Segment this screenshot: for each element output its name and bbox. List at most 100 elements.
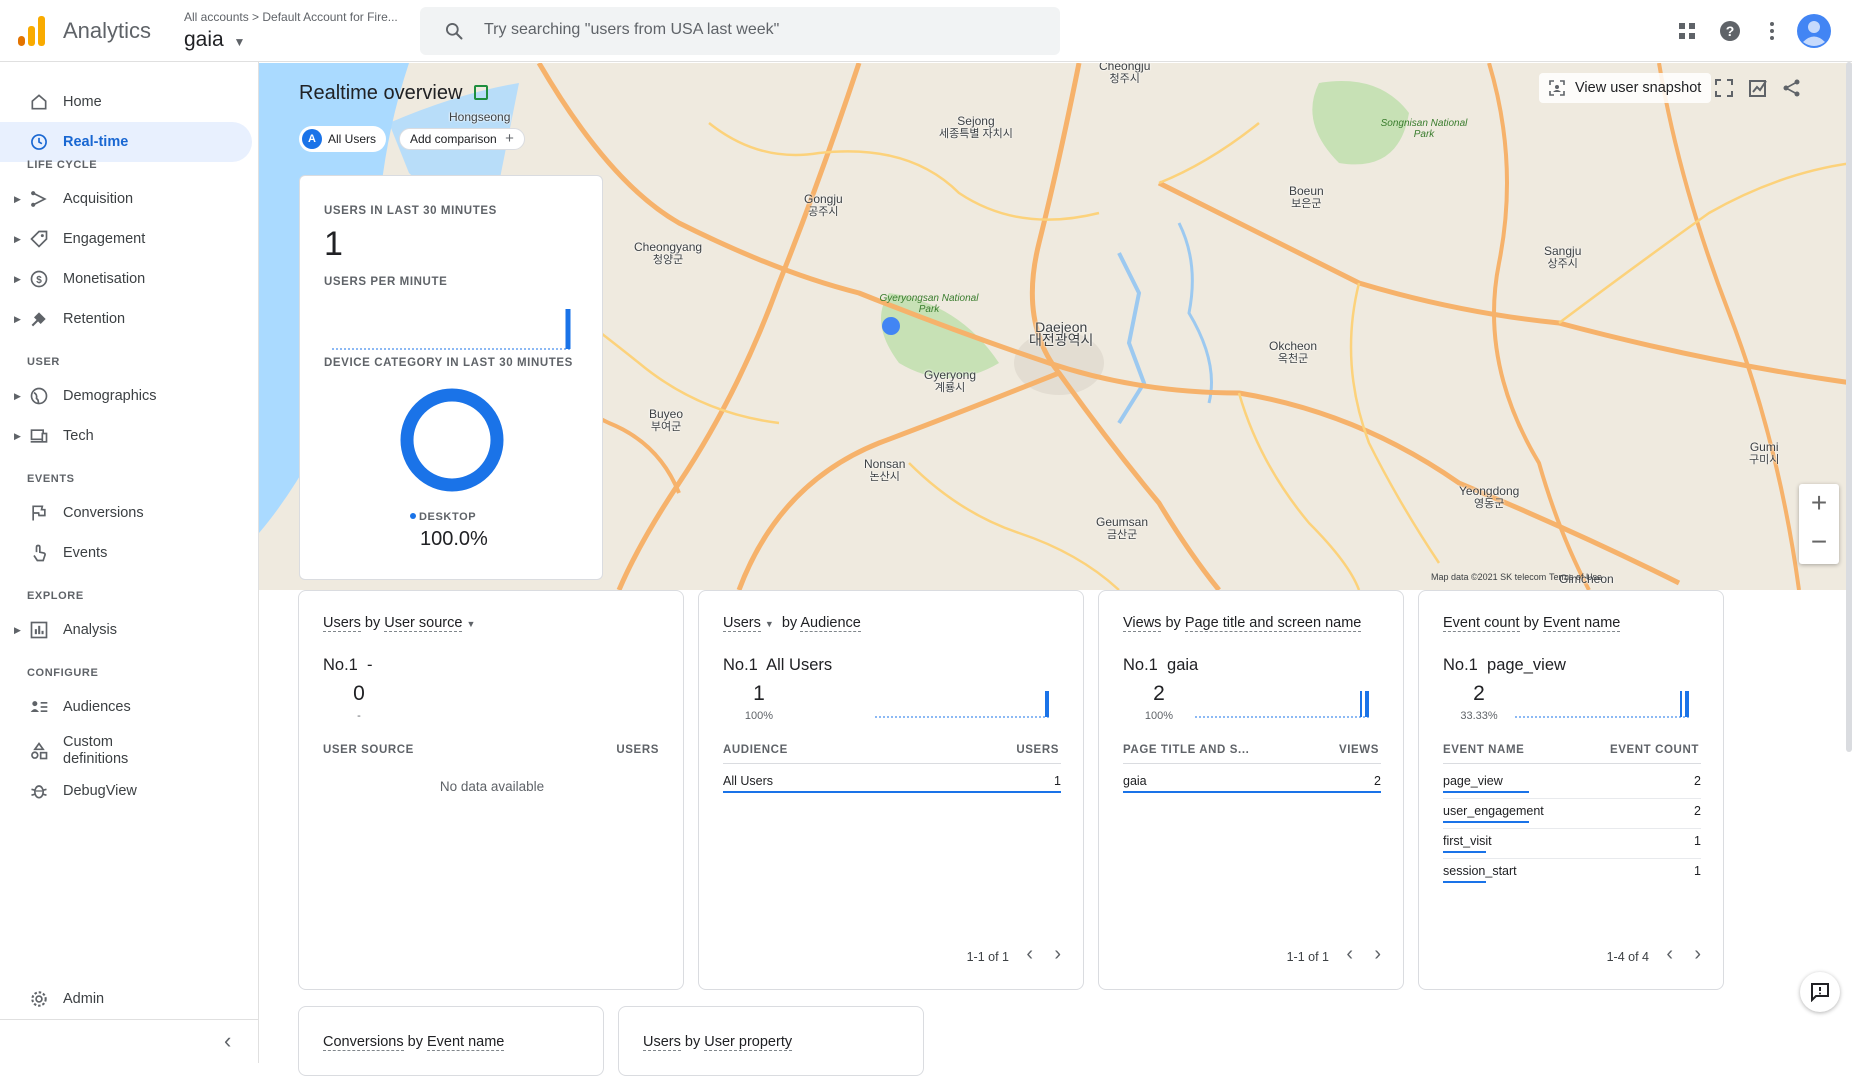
- users-per-minute-chart[interactable]: [332, 302, 572, 350]
- sidebar-item-custom-definitions[interactable]: Custom definitions: [0, 729, 252, 773]
- retention-icon: [31, 312, 46, 327]
- scrollbar[interactable]: [1846, 62, 1852, 752]
- card-title[interactable]: Users ▼ by Audience: [723, 615, 861, 632]
- trend-sparkline[interactable]: [875, 687, 1055, 719]
- expand-arrow-icon: ▶: [14, 193, 21, 204]
- card-title[interactable]: Event count by Event name: [1443, 615, 1621, 632]
- table-row[interactable]: gaia 2: [1123, 774, 1381, 804]
- trend-sparkline[interactable]: [1195, 687, 1375, 719]
- zoom-out-button[interactable]: −: [1799, 524, 1839, 564]
- card-title[interactable]: Users by User property: [643, 1034, 793, 1051]
- collapse-sidebar-icon[interactable]: ‹: [224, 1028, 231, 1054]
- sidebar-item-demographics[interactable]: ▶ Demographics: [0, 376, 252, 416]
- avatar[interactable]: [1797, 14, 1831, 48]
- sidebar-item-analysis[interactable]: ▶ Analysis: [0, 610, 252, 650]
- conversions-by-event-name-card: Conversions by Event name: [298, 1006, 604, 1076]
- sidebar-item-label: Tech: [63, 428, 94, 444]
- fullscreen-icon[interactable]: [1715, 79, 1733, 97]
- insights-edit-icon[interactable]: [1748, 78, 1768, 98]
- comparison-chip-all-users[interactable]: A All Users: [299, 126, 387, 152]
- sidebar-item-events[interactable]: Events: [0, 533, 252, 573]
- device-category-donut-chart[interactable]: [400, 388, 504, 492]
- sidebar-item-label: Events: [63, 545, 108, 561]
- map-place-label: Gyeryong 계룡시: [924, 368, 977, 395]
- plus-icon: +: [505, 130, 514, 147]
- sidebar-item-conversions[interactable]: Conversions: [0, 493, 252, 533]
- help-icon[interactable]: ?: [1718, 19, 1742, 43]
- property-name: gaia: [184, 28, 224, 51]
- realtime-summary-card: USERS IN LAST 30 MINUTES 1 USERS PER MIN…: [299, 175, 603, 580]
- column-header-metric[interactable]: VIEWS: [1339, 744, 1379, 756]
- sidebar-item-admin[interactable]: Admin: [0, 979, 252, 1019]
- sidebar-item-retention[interactable]: ▶ Retention: [0, 299, 252, 339]
- column-header-dimension[interactable]: PAGE TITLE AND S...: [1123, 744, 1249, 756]
- feedback-button[interactable]: [1800, 972, 1840, 1012]
- sidebar-item-monetisation[interactable]: ▶ $ Monetisation: [0, 259, 252, 299]
- share-icon[interactable]: [1782, 78, 1802, 98]
- table-row[interactable]: user_engagement 2: [1443, 804, 1701, 834]
- sidebar-item-realtime[interactable]: Real-time: [0, 122, 252, 162]
- column-header-dimension[interactable]: EVENT NAME: [1443, 744, 1524, 756]
- top-item-percentage: 33.33%: [1460, 710, 1498, 722]
- sparkline-bar: [1045, 691, 1049, 717]
- expand-arrow-icon: ▶: [14, 233, 21, 244]
- breadcrumb[interactable]: All accounts > Default Account for Fire.…: [184, 10, 398, 24]
- sidebar-item-label: Engagement: [63, 231, 146, 247]
- analytics-logo-icon[interactable]: [18, 16, 46, 46]
- sidebar-item-engagement[interactable]: ▶ Engagement: [0, 219, 252, 259]
- next-page-button[interactable]: ›: [1374, 943, 1381, 966]
- property-selector[interactable]: gaia ▼: [184, 28, 245, 52]
- report-card: Users by User source ▼ No.1 - 0 - USER SOURCE…: [298, 590, 684, 990]
- pagination-label: 1-1 of 1: [1286, 950, 1329, 964]
- realtime-map[interactable]: Cheongju 청주시 Sejong 세종특별 자치시 Hongseong Gongju…: [259, 63, 1852, 590]
- table-row[interactable]: session_start 1: [1443, 864, 1701, 894]
- top-item: No.1 -: [323, 656, 373, 674]
- sidebar-item-acquisition[interactable]: ▶ Acquisition: [0, 179, 252, 219]
- engagement-icon: [30, 230, 48, 248]
- search-bar[interactable]: Try searching "users from USA last week": [420, 7, 1060, 55]
- column-header-dimension[interactable]: USER SOURCE: [323, 744, 414, 756]
- table-row[interactable]: page_view 2: [1443, 774, 1701, 804]
- top-item-value: 1: [753, 682, 765, 705]
- map-place-label: Nonsan 논산시: [864, 457, 906, 484]
- report-card: Users ▼ by Audience No.1 All Users 1 100% AUD…: [698, 590, 1084, 990]
- card-title[interactable]: Users by User source ▼: [323, 615, 475, 632]
- column-header-metric[interactable]: EVENT COUNT: [1610, 744, 1699, 756]
- prev-page-button[interactable]: ‹: [1026, 943, 1033, 966]
- sidebar-item-debugview[interactable]: DebugView: [0, 771, 252, 811]
- table-row[interactable]: first_visit 1: [1443, 834, 1701, 864]
- trend-sparkline[interactable]: [1515, 687, 1695, 719]
- svg-text:$: $: [36, 275, 42, 286]
- sidebar-item-home[interactable]: Home: [0, 82, 252, 122]
- add-comparison-button[interactable]: Add comparison +: [399, 128, 525, 150]
- table-row[interactable]: All Users 1: [723, 774, 1061, 804]
- customize-report-icon[interactable]: [473, 85, 488, 100]
- map-park-label: Songnisan National Park: [1380, 118, 1468, 140]
- column-header-dimension[interactable]: AUDIENCE: [723, 744, 788, 756]
- view-user-snapshot-button[interactable]: View user snapshot: [1539, 73, 1712, 103]
- column-header-metric[interactable]: USERS: [1016, 744, 1059, 756]
- next-page-button[interactable]: ›: [1054, 943, 1061, 966]
- card-title[interactable]: Conversions by Event name: [323, 1034, 505, 1051]
- card-title[interactable]: Views by Page title and screen name: [1123, 615, 1362, 632]
- next-page-button[interactable]: ›: [1694, 943, 1701, 966]
- sparkline-bar: [1685, 691, 1689, 717]
- top-item: No.1 All Users: [723, 656, 833, 674]
- clock-icon: [31, 134, 47, 150]
- apps-grid-icon[interactable]: [1675, 19, 1699, 43]
- map-terms-link[interactable]: Terms of Use: [1549, 572, 1602, 582]
- more-vert-icon[interactable]: [1760, 19, 1784, 43]
- column-header-metric[interactable]: USERS: [616, 744, 659, 756]
- sidebar-item-label: Demographics: [63, 388, 157, 404]
- sidebar-item-label: Acquisition: [63, 191, 134, 207]
- zoom-in-button[interactable]: +: [1799, 484, 1839, 524]
- sidebar-item-audiences[interactable]: Audiences: [0, 687, 252, 727]
- map-attribution: Map data ©2021 SK telecom: [1431, 572, 1547, 582]
- divider: [723, 763, 1061, 764]
- sidebar-item-tech[interactable]: ▶ Tech: [0, 416, 252, 456]
- map-place-label: Daejeon 대전광역시: [1029, 319, 1094, 348]
- sidebar-item-label: Audiences: [63, 699, 131, 715]
- prev-page-button[interactable]: ‹: [1666, 943, 1673, 966]
- top-bar: Analytics All accounts > Default Account…: [0, 0, 1852, 62]
- prev-page-button[interactable]: ‹: [1346, 943, 1353, 966]
